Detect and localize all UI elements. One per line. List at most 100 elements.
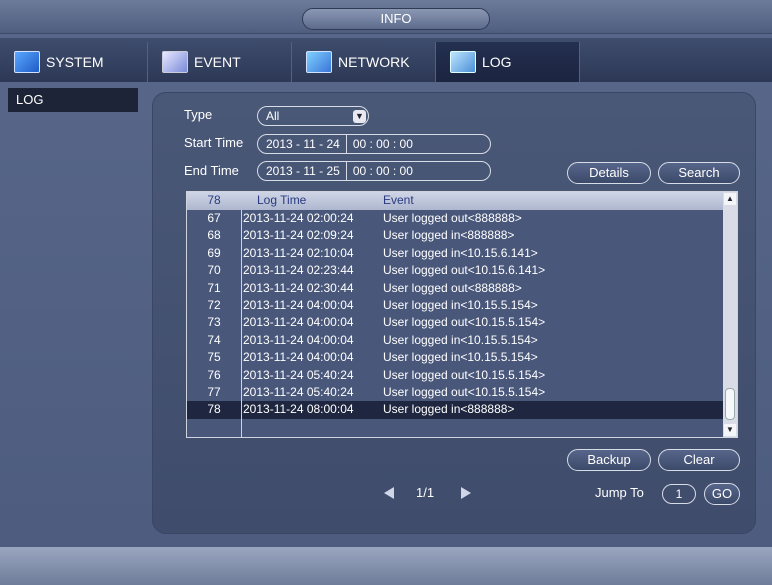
row-event: User logged in<10.15.5.154> [383,350,538,365]
table-row[interactable]: 77 2013-11-24 05:40:24 User logged out<10.… [187,384,723,401]
page-indicator: 1/1 [416,485,435,500]
type-select-value: All [266,109,280,123]
tab-log[interactable]: LOG [436,42,580,82]
table-row[interactable]: 74 2013-11-24 04:00:04 User logged in<10.1… [187,332,723,349]
row-event: User logged out<10.15.5.154> [383,367,546,382]
row-log-time: 2013-11-24 04:00:04 [243,332,354,347]
row-event: User logged in<888888> [383,402,515,417]
tab-bar: SYSTEM EVENT NETWORK LOG [0,38,772,82]
title-bar: INFO [0,0,772,34]
type-label: Type [184,107,213,122]
table-row[interactable]: 72 2013-11-24 04:00:04 User logged in<10.1… [187,297,723,314]
row-number: 76 [207,367,221,382]
event-icon [162,51,188,73]
sidebar-item-log[interactable]: LOG [8,88,138,112]
row-event: User logged in<888888> [383,228,515,243]
row-log-time: 2013-11-24 08:00:04 [243,402,354,417]
row-log-time: 2013-11-24 05:40:24 [243,367,354,382]
search-button[interactable]: Search [658,162,740,184]
tab-label: NETWORK [338,54,410,70]
row-number: 75 [207,350,221,365]
row-number: 72 [207,297,221,312]
scroll-thumb[interactable] [725,388,735,420]
end-time-field[interactable]: 2013 - 11 - 25 00 : 00 : 00 [257,161,491,181]
row-number: 67 [207,211,221,225]
table-header: 78 Log Time Event [187,192,723,210]
row-number: 70 [207,263,221,278]
next-page-icon[interactable] [461,487,471,499]
status-bar [0,547,772,585]
tab-network[interactable]: NETWORK [292,42,436,82]
event-header[interactable]: Event [383,193,414,207]
row-log-time: 2013-11-24 02:00:24 [243,211,354,225]
tab-label: EVENT [194,54,241,70]
row-log-time: 2013-11-24 05:40:24 [243,384,354,399]
end-time-value: 00 : 00 : 00 [352,164,413,178]
row-event: User logged in<10.15.5.154> [383,332,538,347]
table-row[interactable]: 69 2013-11-24 02:10:04 User logged in<10.1… [187,245,723,262]
start-time-field[interactable]: 2013 - 11 - 24 00 : 00 : 00 [257,134,491,154]
start-date-value: 2013 - 11 - 24 [266,137,340,151]
go-button[interactable]: GO [704,483,740,505]
row-event: User logged out<888888> [383,211,522,225]
sidebar: LOG [0,86,140,546]
chevron-down-icon: ▼ [353,110,366,123]
table-row[interactable]: 73 2013-11-24 04:00:04 User logged out<10.… [187,314,723,331]
scrollbar[interactable]: ▲ ▼ [723,192,737,437]
log-time-header[interactable]: Log Time [257,193,306,207]
jump-page-input[interactable]: 1 [662,484,696,504]
row-number: 78 [207,402,221,417]
tab-label: SYSTEM [46,54,104,70]
row-number: 69 [207,245,221,260]
details-button[interactable]: Details [567,162,651,184]
row-log-time: 2013-11-24 02:10:04 [243,245,354,260]
row-log-time: 2013-11-24 02:30:44 [243,280,354,295]
type-select[interactable]: All ▼ [257,106,369,126]
prev-page-icon[interactable] [384,487,394,499]
row-number: 74 [207,332,221,347]
row-log-time: 2013-11-24 04:00:04 [243,350,354,365]
row-log-time: 2013-11-24 02:09:24 [243,228,354,243]
row-event: User logged out<10.15.5.154> [383,384,546,399]
tab-system[interactable]: SYSTEM [0,42,148,82]
table-body: 67 2013-11-24 02:00:24 User logged out<888… [187,210,723,419]
row-event: User logged out<10.15.6.141> [383,263,546,278]
table-row[interactable]: 75 2013-11-24 04:00:04 User logged in<10.1… [187,349,723,366]
row-event: User logged in<10.15.5.154> [383,297,538,312]
screen: INFO SYSTEM EVENT NETWORK LOG LOG Type A… [0,0,772,585]
count-header: 78 [207,193,221,207]
end-time-label: End Time [184,163,239,178]
start-time-value: 00 : 00 : 00 [352,137,413,151]
network-icon [306,51,332,73]
clear-button[interactable]: Clear [658,449,740,471]
row-log-time: 2013-11-24 04:00:04 [243,297,354,312]
row-event: User logged in<10.15.6.141> [383,245,538,260]
table-row[interactable]: 68 2013-11-24 02:09:24 User logged in<8888… [187,227,723,244]
table-row[interactable]: 76 2013-11-24 05:40:24 User logged out<10.… [187,367,723,384]
window-title: INFO [302,8,490,30]
backup-button[interactable]: Backup [567,449,651,471]
system-icon [14,51,40,73]
scroll-down-icon[interactable]: ▼ [724,424,736,436]
row-event: User logged out<10.15.5.154> [383,315,546,330]
row-number: 73 [207,315,221,330]
row-log-time: 2013-11-24 04:00:04 [243,315,354,330]
jump-to-label: Jump To [595,485,644,500]
tab-label: LOG [482,54,512,70]
scroll-up-icon[interactable]: ▲ [724,193,736,205]
table-row[interactable]: 78 2013-11-24 08:00:04 User logged in<8888… [187,401,723,419]
row-log-time: 2013-11-24 02:23:44 [243,263,354,278]
column-divider [241,210,242,438]
tab-event[interactable]: EVENT [148,42,292,82]
log-table: 78 Log Time Event 67 2013-11-24 02:00:24 U… [186,191,738,438]
table-row[interactable]: 70 2013-11-24 02:23:44 User logged out<10.… [187,262,723,279]
row-number: 77 [207,384,221,399]
table-row[interactable]: 71 2013-11-24 02:30:44 User logged out<888… [187,280,723,297]
row-number: 71 [207,280,221,295]
end-date-value: 2013 - 11 - 25 [266,164,340,178]
start-time-label: Start Time [184,135,244,150]
table-row[interactable]: 67 2013-11-24 02:00:24 User logged out<888… [187,210,723,227]
row-event: User logged out<888888> [383,280,522,295]
row-number: 68 [207,228,221,243]
log-icon [450,51,476,73]
